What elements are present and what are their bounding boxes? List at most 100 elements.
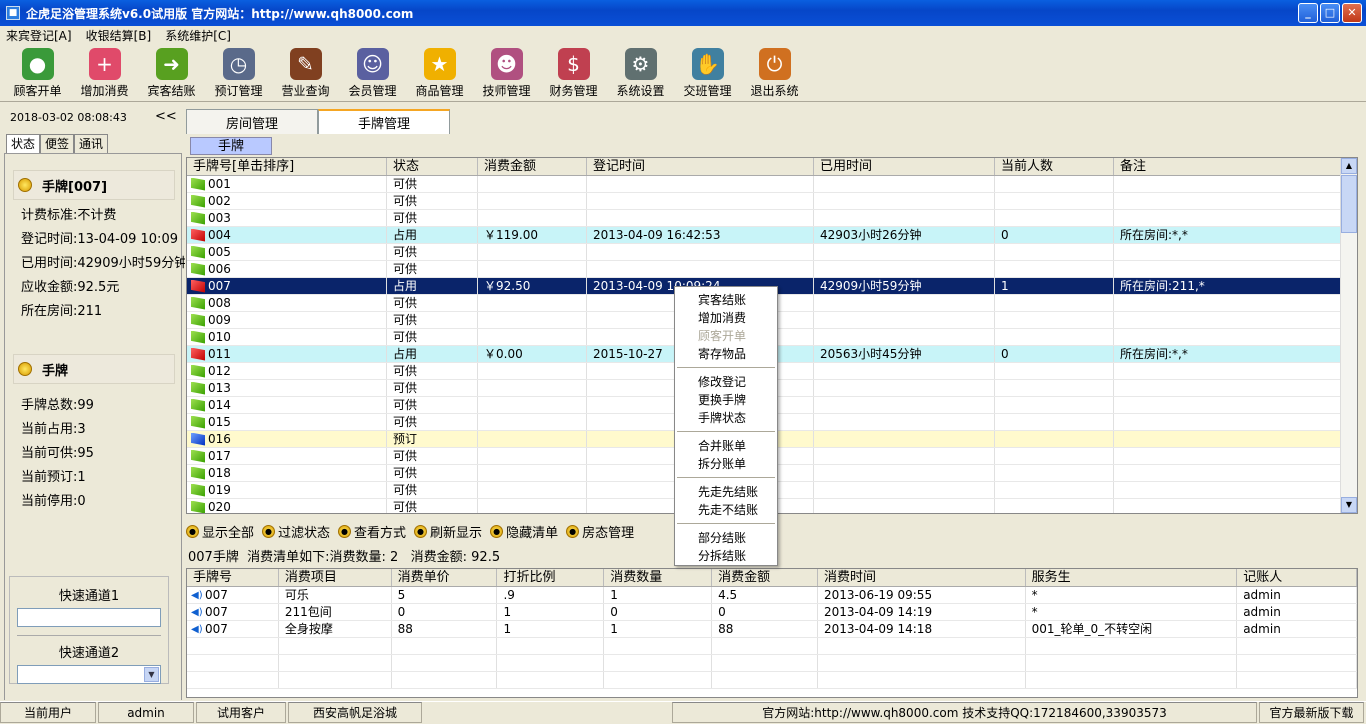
table-row[interactable]: 006 可供 — [187, 261, 1357, 278]
column-header[interactable]: 备注 — [1114, 158, 1342, 175]
action-icon: ● — [566, 524, 580, 538]
subtab-card[interactable]: 手牌 — [190, 137, 272, 155]
quick-channel-1-input[interactable] — [17, 608, 161, 627]
collapse-button[interactable]: << — [155, 109, 177, 124]
table-row[interactable]: 001 可供 — [187, 176, 1357, 193]
toolbar-button-6[interactable]: ★ 商品管理 — [406, 45, 473, 101]
detail-cell: 5 — [392, 587, 498, 603]
toolbar-button-5[interactable]: ☺ 会员管理 — [339, 45, 406, 101]
action-button-2[interactable]: ● 查看方式 — [338, 522, 406, 541]
column-header[interactable]: 消费单价 — [392, 569, 498, 586]
context-menu-item[interactable]: 寄存物品 — [675, 345, 777, 363]
empty-cell — [279, 672, 392, 688]
column-header[interactable]: 手牌号 — [187, 569, 279, 586]
table-row[interactable]: ◀) 007 全身按摩 88 1 1 88 2013-04-09 14:18 001_轮单_0_… — [187, 621, 1357, 638]
customer-icon: ● — [21, 48, 54, 80]
table-row[interactable]: 002 可供 — [187, 193, 1357, 210]
empty-cell — [1026, 672, 1238, 688]
table-row[interactable]: 005 可供 — [187, 244, 1357, 261]
speaker-icon: ◀) — [191, 606, 203, 618]
context-menu-item[interactable]: 分拆结账 — [675, 547, 777, 565]
table-row[interactable]: ◀) 007 211包间 0 1 0 0 2013-04-09 14:19 * admin — [187, 604, 1357, 621]
toolbar-button-2[interactable]: ➜ 宾客结账 — [138, 45, 205, 101]
column-header[interactable]: 登记时间 — [587, 158, 814, 175]
toolbar-button-0[interactable]: ● 顾客开单 — [4, 45, 71, 101]
toolbar-button-9[interactable]: ⚙ 系统设置 — [607, 45, 674, 101]
scroll-thumb[interactable] — [1341, 175, 1357, 233]
action-button-4[interactable]: ● 隐藏清单 — [490, 522, 558, 541]
column-header[interactable]: 当前人数 — [995, 158, 1114, 175]
close-button[interactable]: ✕ — [1342, 3, 1362, 23]
detail-cell: 211包间 — [279, 604, 392, 620]
flag-icon — [191, 313, 205, 327]
vertical-scrollbar[interactable]: ▲ ▼ — [1340, 158, 1357, 513]
column-header[interactable]: 已用时间 — [814, 158, 995, 175]
scroll-down-icon[interactable]: ▼ — [1341, 497, 1357, 513]
context-menu-item[interactable]: 增加消费 — [675, 309, 777, 327]
context-menu-item[interactable]: 合并账单 — [675, 437, 777, 455]
toolbar-button-1[interactable]: + 增加消费 — [71, 45, 138, 101]
cell-no: 006 — [187, 261, 387, 277]
context-menu-item[interactable]: 修改登记 — [675, 373, 777, 391]
empty-cell — [1237, 672, 1357, 688]
cell-people — [995, 431, 1114, 447]
column-header[interactable]: 服务生 — [1026, 569, 1238, 586]
column-header[interactable]: 消费数量 — [604, 569, 713, 586]
quick-channel-2-select[interactable]: ▼ — [17, 665, 161, 684]
left-tab-0[interactable]: 状态 — [6, 134, 41, 153]
chevron-down-icon[interactable]: ▼ — [144, 667, 159, 682]
toolbar-label: 会员管理 — [348, 84, 397, 98]
action-button-0[interactable]: ● 显示全部 — [186, 522, 254, 541]
column-header[interactable]: 记账人 — [1237, 569, 1357, 586]
tab-0[interactable]: 房间管理 — [186, 109, 318, 134]
table-row[interactable]: 003 可供 — [187, 210, 1357, 227]
cell-used: 42903小时26分钟 — [814, 227, 995, 243]
table-row[interactable]: 004 占用 ￥119.00 2013-04-09 16:42:53 42903小时26… — [187, 227, 1357, 244]
toolbar-button-3[interactable]: ◷ 预订管理 — [205, 45, 272, 101]
column-header[interactable]: 消费金额 — [712, 569, 818, 586]
context-menu-item[interactable]: 先走不结账 — [675, 501, 777, 519]
action-button-5[interactable]: ● 房态管理 — [566, 522, 634, 541]
empty-cell — [1237, 638, 1357, 654]
left-tab-1[interactable]: 便签 — [40, 134, 75, 153]
context-menu-item[interactable]: 部分结账 — [675, 529, 777, 547]
menu-item-1[interactable]: 收银结算[B] — [86, 27, 152, 44]
minimize-button[interactable]: _ — [1298, 3, 1318, 23]
card-number: 020 — [208, 499, 231, 514]
toolbar-button-11[interactable]: ⏻ 退出系统 — [741, 45, 808, 101]
column-header[interactable]: 打折比例 — [497, 569, 605, 586]
toolbar-button-4[interactable]: ✎ 营业查询 — [272, 45, 339, 101]
column-header[interactable]: 手牌号[单击排序] — [187, 158, 387, 175]
context-menu-item[interactable]: 先走先结账 — [675, 483, 777, 501]
cell-status: 占用 — [387, 278, 478, 294]
left-tab-2[interactable]: 通讯 — [74, 134, 109, 153]
menu-item-2[interactable]: 系统维护[C] — [165, 27, 231, 44]
column-header[interactable]: 消费时间 — [818, 569, 1026, 586]
tab-1[interactable]: 手牌管理 — [318, 109, 450, 134]
card-header[interactable]: 手牌[007] — [13, 170, 175, 200]
column-header[interactable]: 消费金额 — [478, 158, 587, 175]
cell-used — [814, 210, 995, 226]
cell-amount — [478, 295, 587, 311]
action-button-3[interactable]: ● 刷新显示 — [414, 522, 482, 541]
toolbar-button-10[interactable]: ✋ 交班管理 — [674, 45, 741, 101]
stat-header[interactable]: 手牌 — [13, 354, 175, 384]
menu-item-0[interactable]: 来宾登记[A] — [6, 27, 72, 44]
cell-no: 007 — [187, 278, 387, 294]
scroll-up-icon[interactable]: ▲ — [1341, 158, 1357, 174]
column-header[interactable]: 消费项目 — [279, 569, 392, 586]
column-header[interactable]: 状态 — [387, 158, 478, 175]
context-menu-item[interactable]: 拆分账单 — [675, 455, 777, 473]
toolbar-button-7[interactable]: ☻ 技师管理 — [473, 45, 540, 101]
maximize-button[interactable]: □ — [1320, 3, 1340, 23]
table-row[interactable]: ◀) 007 可乐 5.9 1 4.5 2013-06-19 09:55 * admin — [187, 587, 1357, 604]
action-button-1[interactable]: ● 过滤状态 — [262, 522, 330, 541]
toolbar-button-8[interactable]: $ 财务管理 — [540, 45, 607, 101]
cell-no: 008 — [187, 295, 387, 311]
context-menu-item[interactable]: 更换手牌 — [675, 391, 777, 409]
cell-amount — [478, 380, 587, 396]
context-menu-item[interactable]: 宾客结账 — [675, 291, 777, 309]
card-number: 007 — [208, 278, 231, 293]
cell-status: 可供 — [387, 176, 478, 192]
context-menu-item[interactable]: 手牌状态 — [675, 409, 777, 427]
